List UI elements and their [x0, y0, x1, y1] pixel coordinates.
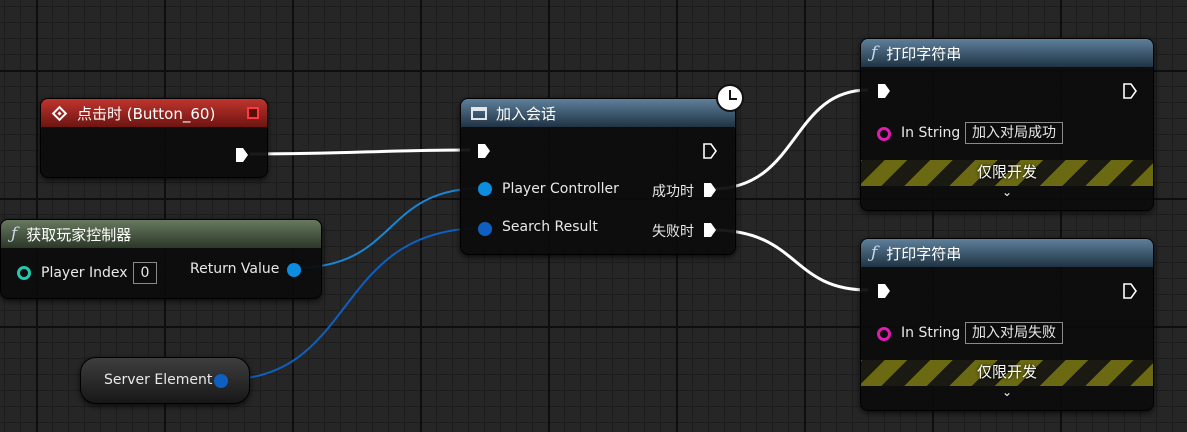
in-string-pin[interactable]: [877, 127, 891, 141]
print-success-header[interactable]: ƒ 打印字符串: [861, 39, 1153, 67]
dev-only-label: 仅限开发: [976, 363, 1037, 381]
function-icon: ƒ: [11, 224, 18, 244]
on-failure-label: 失败时: [652, 224, 694, 240]
data-wire-controller: [293, 187, 485, 269]
search-result-pin[interactable]: [478, 222, 492, 236]
print-failure-header[interactable]: ƒ 打印字符串: [861, 239, 1153, 267]
return-value-label: Return Value: [190, 261, 280, 277]
server-element-variable-node[interactable]: Server Element: [80, 357, 250, 404]
in-string-input[interactable]: 加入对局成功: [965, 122, 1063, 144]
print-failure-exec-out-pin[interactable]: [1123, 283, 1137, 299]
on-success-pin[interactable]: [703, 182, 717, 198]
dev-only-label: 仅限开发: [976, 163, 1037, 181]
search-result-label: Search Result: [502, 219, 598, 235]
player-controller-label: Player Controller: [502, 181, 619, 197]
clock-icon: [716, 84, 744, 112]
window-icon: [471, 106, 487, 120]
chevron-down-icon[interactable]: ⌄: [861, 385, 1153, 399]
print-success-exec-out-pin[interactable]: [1123, 83, 1137, 99]
event-diamond-icon: [51, 105, 68, 121]
exec-then-pin[interactable]: [703, 143, 717, 159]
join-session-title: 加入会话: [496, 104, 557, 123]
function-icon: ƒ: [871, 243, 878, 263]
print-failure-exec-in-pin[interactable]: [877, 283, 891, 299]
return-value-pin[interactable]: [287, 263, 301, 277]
print-string-success-node[interactable]: ƒ 打印字符串 In String 加入对局成功 仅限开发 ⌄: [860, 38, 1154, 211]
delegate-square-icon: [247, 107, 259, 119]
in-string-label: In String: [901, 125, 961, 141]
exec-wire-click-to-join: [249, 148, 471, 156]
on-success-label: 成功时: [652, 184, 694, 200]
on-failure-pin[interactable]: [703, 222, 717, 238]
player-index-input[interactable]: 0: [133, 262, 157, 284]
in-string-label: In String: [901, 325, 961, 341]
player-controller-pin[interactable]: [478, 182, 492, 196]
in-string-pin[interactable]: [877, 327, 891, 341]
on-clicked-header[interactable]: 点击时 (Button_60): [41, 99, 267, 127]
server-element-label: Server Element: [104, 372, 213, 388]
chevron-down-icon[interactable]: ⌄: [861, 185, 1153, 199]
join-session-header[interactable]: 加入会话: [461, 99, 735, 127]
on-clicked-event-node[interactable]: 点击时 (Button_60): [40, 98, 268, 178]
get-player-controller-node[interactable]: ƒ 获取玩家控制器 Player Index 0 Return Value: [0, 219, 322, 299]
exec-in-pin[interactable]: [477, 143, 491, 159]
print-string-failure-node[interactable]: ƒ 打印字符串 In String 加入对局失败 仅限开发 ⌄: [860, 238, 1154, 411]
function-icon: ƒ: [871, 43, 878, 63]
server-element-pin[interactable]: [214, 374, 228, 388]
print-success-title: 打印字符串: [886, 44, 962, 63]
print-success-exec-in-pin[interactable]: [877, 83, 891, 99]
player-index-pin[interactable]: [17, 266, 31, 280]
in-string-input[interactable]: 加入对局失败: [965, 322, 1063, 344]
print-failure-title: 打印字符串: [886, 244, 962, 263]
get-player-controller-header[interactable]: ƒ 获取玩家控制器: [1, 220, 321, 248]
join-session-node[interactable]: 加入会话 Player Controller Search Result 成功时…: [460, 98, 736, 255]
get-player-controller-title: 获取玩家控制器: [26, 225, 132, 244]
on-clicked-title: 点击时 (Button_60): [77, 104, 216, 123]
exec-out-pin[interactable]: [235, 147, 249, 163]
player-index-label: Player Index: [41, 265, 128, 281]
